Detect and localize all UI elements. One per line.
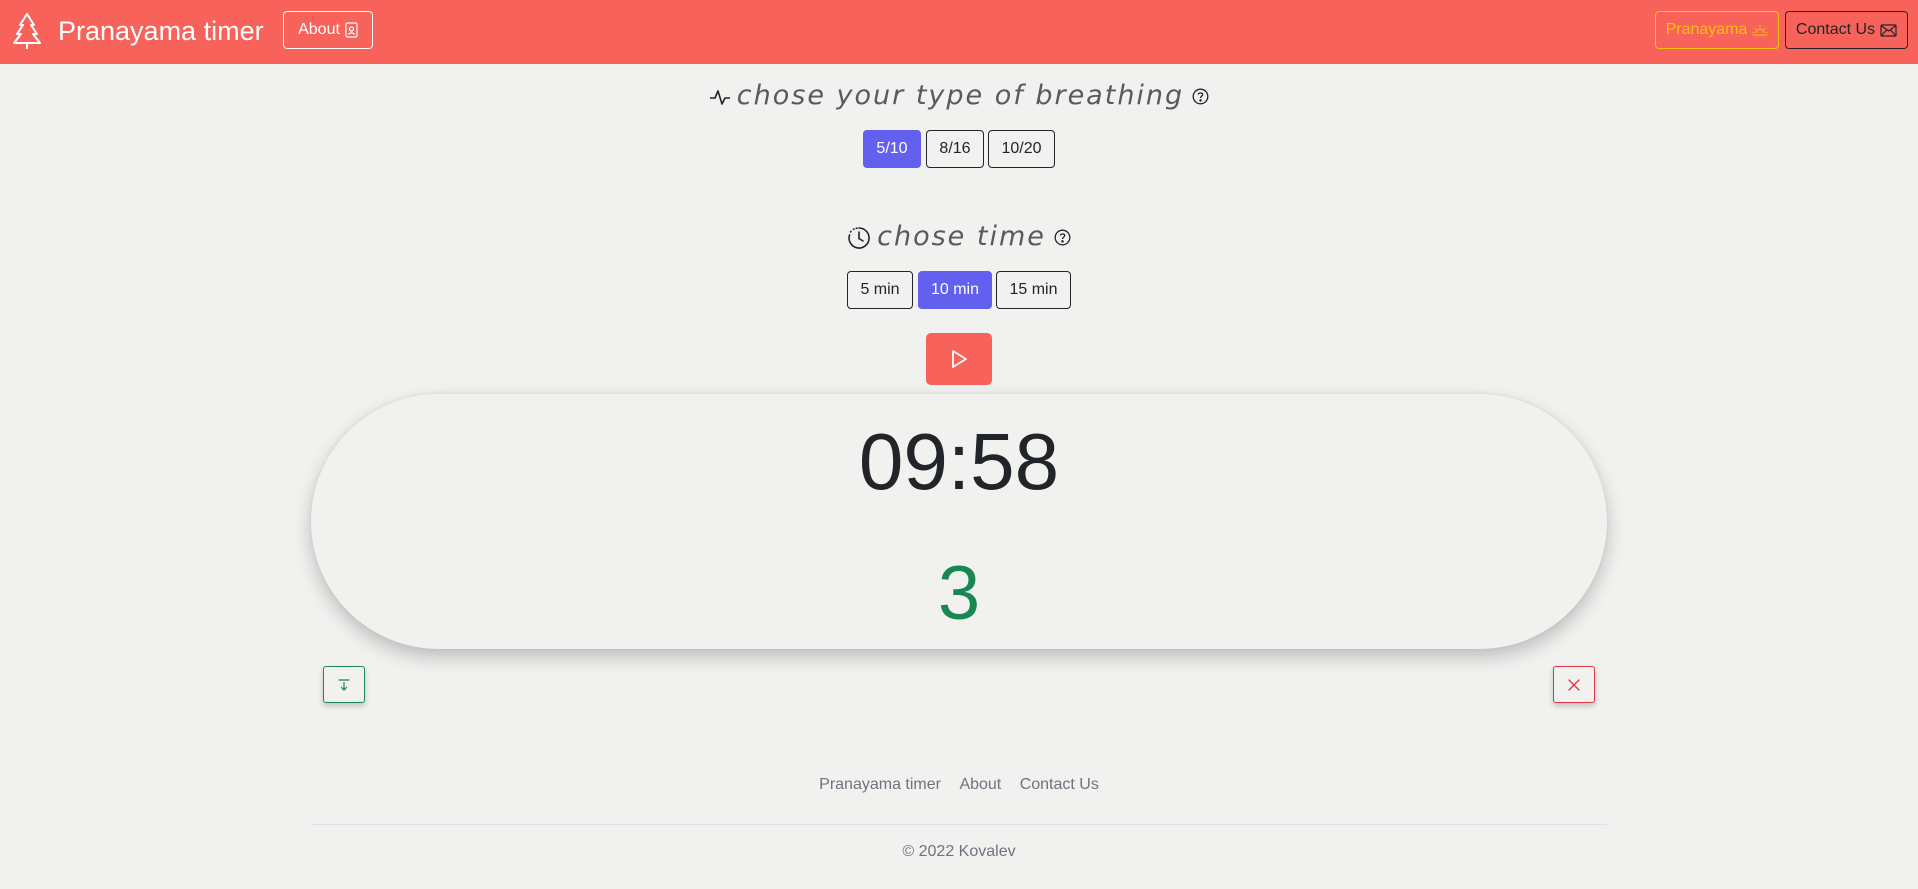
breathing-option-5-10[interactable]: 5/10 [863,130,921,168]
play-button[interactable] [926,333,992,385]
breath-count: 3 [937,551,981,636]
timer-card: 09:58 3 [311,394,1607,649]
time-option-15-min[interactable]: 15 min [996,271,1071,309]
pranayama-label: Pranayama [1665,21,1748,38]
timer-display: 09:58 [858,417,1060,506]
contact-label: Contact Us [1795,21,1876,38]
contact-button[interactable]: Contact Us [1785,11,1908,49]
breathing-heading: chose your type of breathing [0,76,1918,116]
question-circle-icon[interactable] [1192,88,1209,105]
footer-link-contact[interactable]: Contact Us [1020,776,1099,793]
footer-divider [311,824,1607,825]
x-icon [1568,678,1580,691]
question-circle-icon[interactable] [1054,229,1071,246]
clock-history-icon [848,226,870,249]
tree-icon[interactable] [12,12,42,50]
footer-nav: Pranayama timer About Contact Us [0,776,1918,794]
arrow-down-button[interactable] [323,666,365,703]
copyright: © 2022 Kovalev [902,843,1016,860]
person-badge-icon [345,22,358,38]
envelope-icon [1880,23,1897,37]
close-button[interactable] [1553,666,1595,703]
breathing-option-10-20[interactable]: 10/20 [988,130,1055,168]
footer-link-home[interactable]: Pranayama timer [819,776,941,793]
arrow-bar-down-icon [338,678,350,691]
activity-icon [709,89,730,105]
footer-link-about[interactable]: About [959,776,1001,793]
about-label: About [298,21,340,38]
breathing-heading-text: chose your type of breathing [736,80,1185,111]
play-icon [952,350,967,368]
navbar: Pranayama timer About Pranayama Contact … [0,0,1918,64]
sunrise-icon [1752,25,1768,36]
breathing-option-8-16[interactable]: 8/16 [926,130,984,168]
time-option-5-min[interactable]: 5 min [847,271,913,309]
time-heading-text: chose time [877,221,1046,252]
brand-title[interactable]: Pranayama timer [58,14,264,48]
pranayama-button[interactable]: Pranayama [1655,11,1779,49]
about-button[interactable]: About [283,11,373,49]
time-heading: chose time [0,217,1918,257]
time-option-10-min[interactable]: 10 min [918,271,992,309]
